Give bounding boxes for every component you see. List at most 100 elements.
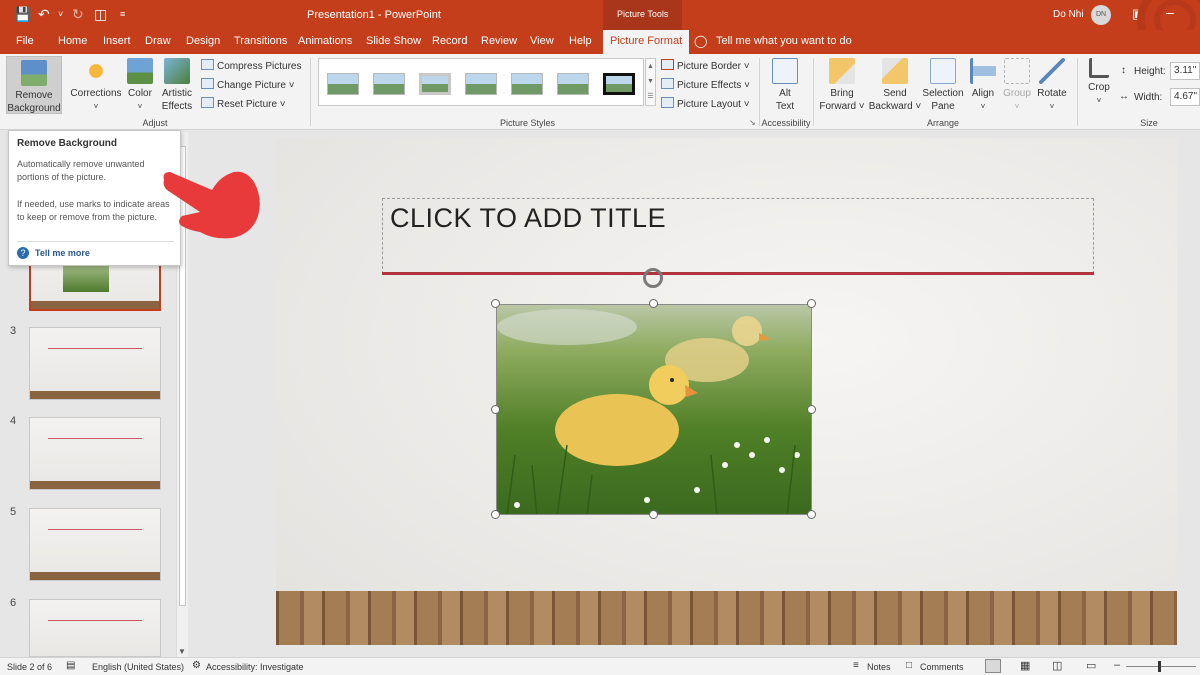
resize-handle[interactable] xyxy=(491,405,500,414)
alt-text-button[interactable]: Alt Text xyxy=(766,58,804,113)
slide-counter: Slide 2 of 6 xyxy=(7,662,53,672)
tab-home[interactable]: Home xyxy=(58,35,87,47)
tab-picture-format[interactable]: Picture Format xyxy=(603,30,690,54)
reset-picture-button[interactable]: Reset Picture ˅ xyxy=(201,97,286,112)
color-button[interactable]: Color ˅ xyxy=(125,58,155,113)
tell-me-search[interactable]: Tell me what you want to do xyxy=(716,35,852,47)
resize-handle[interactable] xyxy=(807,510,816,519)
style-thumb[interactable] xyxy=(557,73,589,95)
resize-handle[interactable] xyxy=(491,510,500,519)
zoom-slider[interactable] xyxy=(1126,666,1196,667)
height-field[interactable]: 3.11" xyxy=(1170,62,1200,80)
scroll-down-icon[interactable]: ▼ xyxy=(178,647,186,656)
artistic-effects-icon xyxy=(164,58,190,84)
comments-icon: □ xyxy=(906,660,913,671)
artistic-effects-label-2: Effects xyxy=(161,101,193,112)
present-from-beginning-icon[interactable]: ◫ xyxy=(94,6,107,22)
slide-thumbnail-6[interactable] xyxy=(29,599,161,657)
tab-slide-show[interactable]: Slide Show xyxy=(366,35,421,47)
tab-view[interactable]: View xyxy=(530,35,554,47)
align-button[interactable]: Align ˅ xyxy=(967,58,999,113)
style-thumb[interactable] xyxy=(511,73,543,95)
undo-icon[interactable]: ↶ xyxy=(38,6,50,22)
user-name[interactable]: Do Nhi xyxy=(1053,9,1084,20)
tab-file[interactable]: File xyxy=(16,35,34,47)
selection-pane-button[interactable]: Selection Pane xyxy=(920,58,966,113)
comments-button[interactable]: Comments xyxy=(920,662,964,672)
slide-thumbnail-3[interactable] xyxy=(29,327,161,400)
zoom-slider-thumb[interactable] xyxy=(1158,661,1161,672)
picture-effects-button[interactable]: Picture Effects ˅ xyxy=(661,78,750,93)
resize-handle[interactable] xyxy=(807,405,816,414)
style-thumb[interactable] xyxy=(327,73,359,95)
slideshow-view-icon[interactable]: ▭ xyxy=(1086,659,1096,672)
ribbon-tabs: File Home Insert Draw Design Transitions… xyxy=(0,30,1200,54)
customize-qat-icon[interactable]: ≡ xyxy=(120,6,125,22)
align-icon xyxy=(970,58,996,84)
language-status[interactable]: English (United States) xyxy=(92,662,184,672)
picture-border-button[interactable]: Picture Border ˅ xyxy=(661,59,750,74)
normal-view-icon[interactable] xyxy=(985,659,1001,673)
resize-handle[interactable] xyxy=(649,510,658,519)
undo-dropdown-icon[interactable]: ˅ xyxy=(58,6,63,22)
accessibility-status[interactable]: Accessibility: Investigate xyxy=(206,662,304,672)
rotate-button[interactable]: Rotate ˅ xyxy=(1034,58,1070,113)
tab-design[interactable]: Design xyxy=(186,35,220,47)
title-placeholder[interactable]: CLICK TO ADD TITLE xyxy=(382,198,1094,274)
width-field[interactable]: 4.67" xyxy=(1170,88,1200,106)
picture-styles-gallery[interactable] xyxy=(318,58,644,106)
tab-animations[interactable]: Animations xyxy=(298,35,352,47)
send-backward-button[interactable]: Send Backward ˅ xyxy=(868,58,922,113)
resize-handle[interactable] xyxy=(807,299,816,308)
title-placeholder-text[interactable]: CLICK TO ADD TITLE xyxy=(390,203,666,234)
tab-review[interactable]: Review xyxy=(481,35,517,47)
tab-insert[interactable]: Insert xyxy=(103,35,131,47)
tell-me-more-link[interactable]: Tell me more xyxy=(35,248,90,258)
artistic-effects-label-1: Artistic xyxy=(162,88,192,99)
gallery-scroll[interactable]: ▲ ▼ ☰ xyxy=(645,58,656,106)
style-thumb[interactable] xyxy=(419,73,451,95)
remove-background-button[interactable]: Remove Background xyxy=(6,56,62,114)
zoom-out-icon[interactable]: – xyxy=(1114,659,1120,671)
crop-button[interactable]: Crop ˅ xyxy=(1083,58,1115,107)
dialog-launcher-icon[interactable]: ↘ xyxy=(749,118,756,127)
save-icon[interactable]: 💾 xyxy=(14,6,31,22)
picture-layout-button[interactable]: Picture Layout ˅ xyxy=(661,97,750,112)
slide-sorter-icon[interactable]: ▦ xyxy=(1020,659,1030,672)
resize-handle[interactable] xyxy=(491,299,500,308)
tab-draw[interactable]: Draw xyxy=(145,35,171,47)
picture-effects-icon xyxy=(661,78,674,89)
style-thumb[interactable] xyxy=(373,73,405,95)
tab-help[interactable]: Help xyxy=(569,35,592,47)
window-title: Presentation1 - PowerPoint xyxy=(307,9,441,21)
compress-pictures-button[interactable]: Compress Pictures xyxy=(201,59,301,74)
slide-thumbnail-4[interactable] xyxy=(29,417,161,490)
corrections-button[interactable]: Corrections ˅ xyxy=(68,58,124,113)
notes-button[interactable]: Notes xyxy=(867,662,891,672)
thumbnail-picture xyxy=(63,266,109,292)
tooltip-title: Remove Background xyxy=(17,138,118,149)
style-thumb[interactable] xyxy=(465,73,497,95)
artistic-effects-button[interactable]: Artistic Effects xyxy=(158,58,196,113)
spelling-icon[interactable]: ▤ xyxy=(66,660,75,671)
remove-background-label-1: Remove xyxy=(15,90,53,101)
rotate-handle-icon[interactable] xyxy=(643,268,663,288)
reading-view-icon[interactable]: ◫ xyxy=(1052,659,1062,672)
compress-icon xyxy=(201,59,214,70)
corrections-label: Corrections xyxy=(70,88,122,99)
sun-icon xyxy=(83,58,109,84)
style-thumb[interactable] xyxy=(603,73,635,95)
tooltip-description: Automatically remove unwanted portions o… xyxy=(17,159,145,182)
send-backward-icon xyxy=(882,58,908,84)
color-label: Color xyxy=(128,88,152,99)
change-picture-button[interactable]: Change Picture ˅ xyxy=(201,78,295,93)
resize-handle[interactable] xyxy=(649,299,658,308)
tab-transitions[interactable]: Transitions xyxy=(234,35,287,47)
tab-record[interactable]: Record xyxy=(432,35,467,47)
slide-thumbnail-5[interactable] xyxy=(29,508,161,581)
bring-forward-button[interactable]: Bring Forward ˅ xyxy=(818,58,866,113)
duckling-picture[interactable] xyxy=(496,304,812,515)
accessibility-icon: ⚙ xyxy=(192,660,201,671)
help-icon[interactable]: ? xyxy=(17,247,29,259)
lightbulb-icon: ◯ xyxy=(694,34,708,48)
